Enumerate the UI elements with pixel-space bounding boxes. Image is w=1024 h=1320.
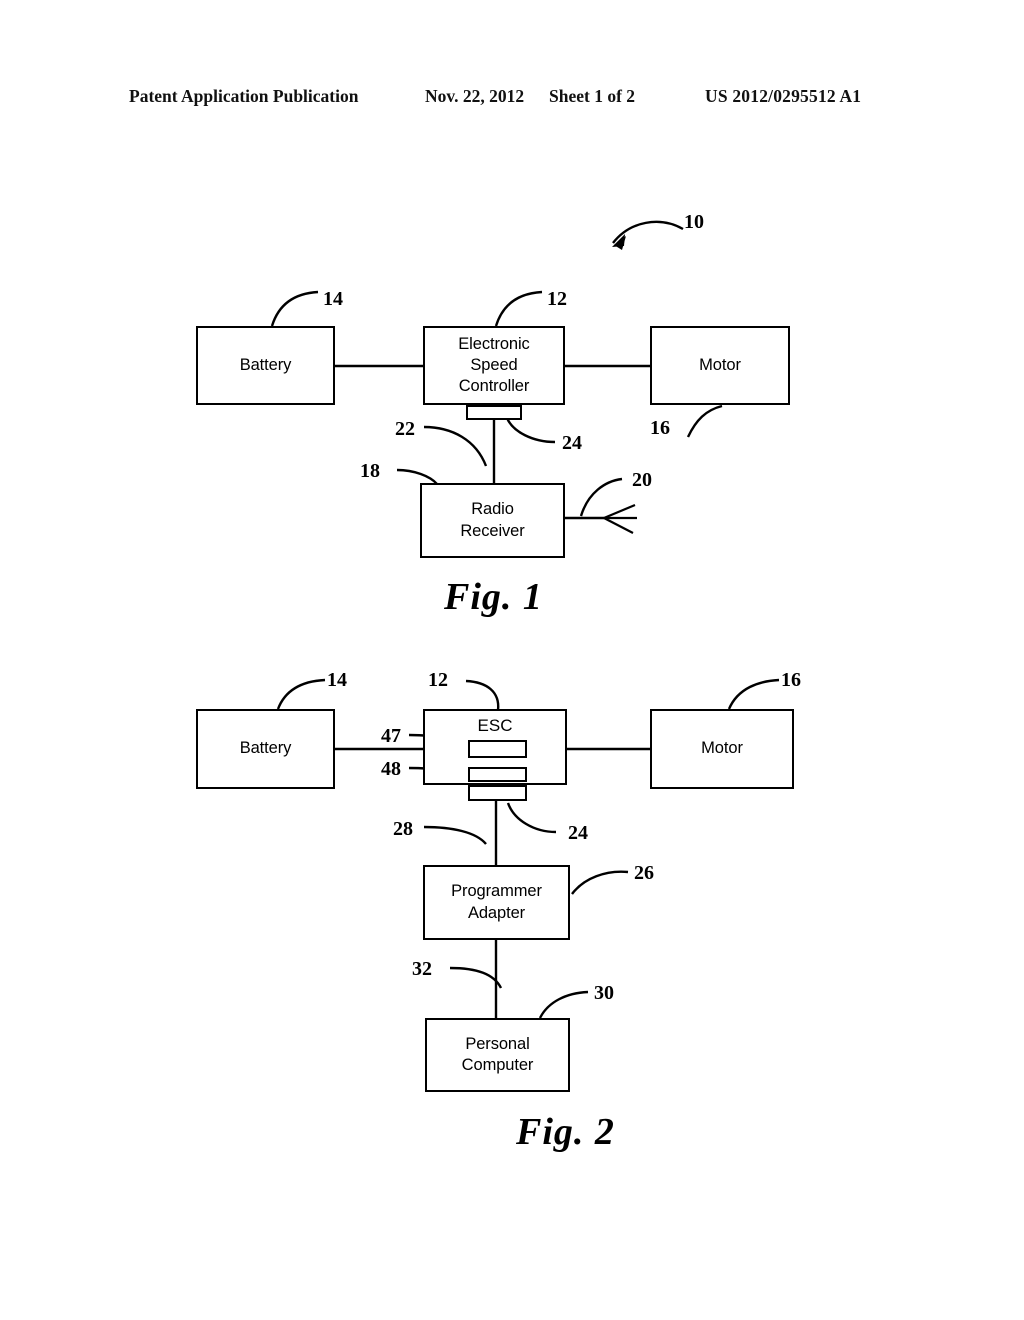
figure-1-caption: Fig. 1 [444, 576, 543, 618]
block-battery[interactable]: Battery [196, 326, 335, 405]
lead-line-16 [727, 678, 780, 710]
esc-connector-24[interactable] [468, 785, 527, 801]
figure-2: Battery ESC Motor Programmer Adapter Per… [0, 640, 1024, 1180]
lead-line-30 [538, 990, 589, 1019]
lead-line-24 [506, 802, 557, 834]
block-programmer-adapter-label-line1: Programmer [451, 882, 542, 901]
block-motor[interactable]: Motor [650, 326, 790, 405]
ref-numeral-12: 12 [428, 669, 448, 691]
lead-line-12 [494, 290, 543, 327]
lead-line-12 [465, 679, 500, 711]
block-programmer-adapter-label-line2: Adapter [467, 903, 526, 922]
block-esc-label: ESC [477, 716, 513, 735]
figure-1: Battery Electronic Speed Controller Moto… [0, 0, 1024, 640]
block-radio-receiver-label-line2: Receiver [460, 521, 525, 540]
lead-line-24 [505, 417, 556, 444]
ref-numeral-14: 14 [323, 288, 343, 310]
ref-numeral-24: 24 [562, 432, 582, 454]
ref-numeral-14: 14 [327, 669, 347, 691]
lead-line-14 [270, 290, 319, 327]
esc-connector-24[interactable] [466, 405, 522, 420]
ref-numeral-24: 24 [568, 822, 588, 844]
block-esc-label-line2: Speed [470, 355, 518, 374]
block-electronic-speed-controller[interactable]: Electronic Speed Controller [423, 326, 565, 405]
lead-line-26 [571, 870, 629, 895]
lead-line-22 [423, 425, 488, 467]
block-battery-label: Battery [239, 355, 292, 374]
block-motor[interactable]: Motor [650, 709, 794, 789]
block-radio-receiver[interactable]: Radio Receiver [420, 483, 565, 558]
block-esc-label-line3: Controller [458, 377, 530, 396]
ref-numeral-18: 18 [360, 460, 380, 482]
ref-numeral-20: 20 [632, 469, 652, 491]
block-personal-computer[interactable]: Personal Computer [425, 1018, 570, 1092]
ref-numeral-30: 30 [594, 982, 614, 1004]
ref-numeral-47: 47 [381, 725, 401, 747]
ref-numeral-32: 32 [412, 958, 432, 980]
esc-inner-block-47[interactable] [468, 740, 527, 758]
antenna-prong-lower [603, 517, 634, 534]
esc-inner-block-48[interactable] [468, 767, 527, 782]
ref-numeral-10: 10 [684, 211, 704, 233]
lead-line-16 [686, 404, 723, 438]
block-battery[interactable]: Battery [196, 709, 335, 789]
block-motor-label: Motor [699, 355, 741, 374]
lead-line-18 [396, 468, 438, 485]
ref-numeral-16: 16 [650, 417, 670, 439]
block-personal-computer-label-line2: Computer [461, 1056, 534, 1074]
block-esc-label-line1: Electronic [458, 334, 530, 353]
lead-line-28 [423, 825, 487, 845]
ref-numeral-28: 28 [393, 818, 413, 840]
antenna-prong-upper [603, 503, 636, 520]
lead-line-20 [579, 477, 623, 517]
block-personal-computer-label-line1: Personal [465, 1034, 530, 1053]
ref-numeral-26: 26 [634, 862, 654, 884]
ref-numeral-12: 12 [547, 288, 567, 310]
lead-line-14 [276, 678, 326, 710]
block-programmer-adapter[interactable]: Programmer Adapter [423, 865, 570, 940]
block-battery-label: Battery [239, 739, 292, 758]
block-radio-receiver-label-line1: Radio [471, 500, 514, 519]
patent-drawing-page: Patent Application Publication Nov. 22, … [0, 0, 1024, 1320]
block-motor-label: Motor [701, 739, 743, 758]
figure-2-caption: Fig. 2 [516, 1111, 615, 1153]
ref-numeral-16: 16 [781, 669, 801, 691]
lead-line-32 [449, 966, 503, 989]
ref-numeral-22: 22 [395, 418, 415, 440]
ref-numeral-48: 48 [381, 758, 401, 780]
